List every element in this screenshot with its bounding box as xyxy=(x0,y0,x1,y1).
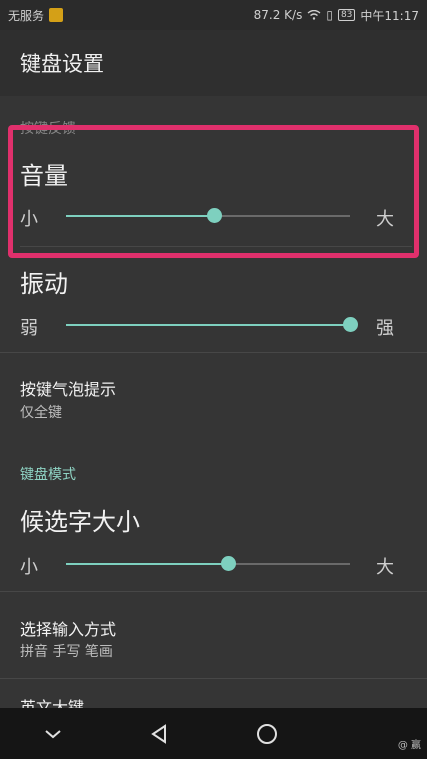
vibration-min-label: 弱 xyxy=(20,318,38,339)
input-method-title: 选择输入方式 xyxy=(20,620,117,639)
vibration-max-label: 强 xyxy=(376,318,394,339)
home-button[interactable] xyxy=(247,714,287,754)
status-left: 无服务 xyxy=(8,7,64,24)
back-button[interactable] xyxy=(140,714,180,754)
app-bar: 键盘设置 xyxy=(0,30,427,96)
partial-setting-title[interactable]: 英文大键 xyxy=(20,694,84,708)
candidate-size-slider-fill xyxy=(66,563,228,565)
popup-hint-title: 按键气泡提示 xyxy=(20,380,117,399)
volume-slider[interactable] xyxy=(66,208,350,223)
back-triangle-icon xyxy=(151,723,167,744)
vibration-title: 振动 xyxy=(20,270,68,298)
candidate-size-max-label: 大 xyxy=(376,557,394,578)
candidate-size-slider-thumb[interactable] xyxy=(220,556,236,571)
clock: 中午11:17 xyxy=(360,8,419,23)
volume-max-label: 大 xyxy=(376,209,394,230)
vibration-slider[interactable] xyxy=(66,317,358,332)
divider xyxy=(20,246,412,247)
volume-title: 音量 xyxy=(20,162,68,190)
divider xyxy=(0,678,427,679)
candidate-size-min-label: 小 xyxy=(20,557,38,578)
status-bar: 无服务 87.2 K/s ▯ 83 中午11:17 xyxy=(0,0,427,30)
candidate-size-slider-row: 小 大 xyxy=(0,549,427,579)
divider xyxy=(0,591,427,592)
section-header-key-feedback: 按键反馈 xyxy=(20,121,76,137)
vibrate-mode-icon: ▯ xyxy=(326,8,333,22)
page-title: 键盘设置 xyxy=(20,52,104,76)
home-circle-icon xyxy=(256,723,277,744)
network-speed: 87.2 K/s xyxy=(253,8,303,22)
recents-button-placeholder xyxy=(354,714,394,754)
section-header-keyboard-mode: 键盘模式 xyxy=(20,467,76,483)
input-method-value: 拼音 手写 笔画 xyxy=(20,644,113,660)
hide-keyboard-button[interactable] xyxy=(33,714,73,754)
vibration-slider-row: 弱 强 xyxy=(0,310,427,340)
volume-slider-thumb[interactable] xyxy=(206,208,222,223)
settings-list[interactable]: 按键反馈 音量 小 大 振动 弱 强 按键气泡提示 仅全键 键盘模式 候选字大小… xyxy=(0,96,427,708)
volume-slider-fill xyxy=(66,215,214,217)
divider xyxy=(0,352,427,353)
navigation-bar xyxy=(0,708,427,759)
battery-icon: 83 xyxy=(337,9,356,21)
app-notification-icon xyxy=(49,8,64,22)
candidate-size-title: 候选字大小 xyxy=(20,508,140,536)
vibration-slider-thumb[interactable] xyxy=(343,317,358,332)
wifi-icon xyxy=(307,10,321,20)
volume-min-label: 小 xyxy=(20,209,38,230)
volume-slider-row: 小 大 xyxy=(0,201,427,231)
vibration-slider-fill xyxy=(66,324,350,326)
carrier-text: 无服务 xyxy=(8,8,45,23)
candidate-size-slider[interactable] xyxy=(66,556,350,571)
watermark: @ 赢 xyxy=(397,740,421,751)
popup-hint-value: 仅全键 xyxy=(20,405,62,421)
chevron-down-icon xyxy=(45,729,62,738)
status-right: 87.2 K/s ▯ 83 中午11:17 xyxy=(254,7,419,24)
